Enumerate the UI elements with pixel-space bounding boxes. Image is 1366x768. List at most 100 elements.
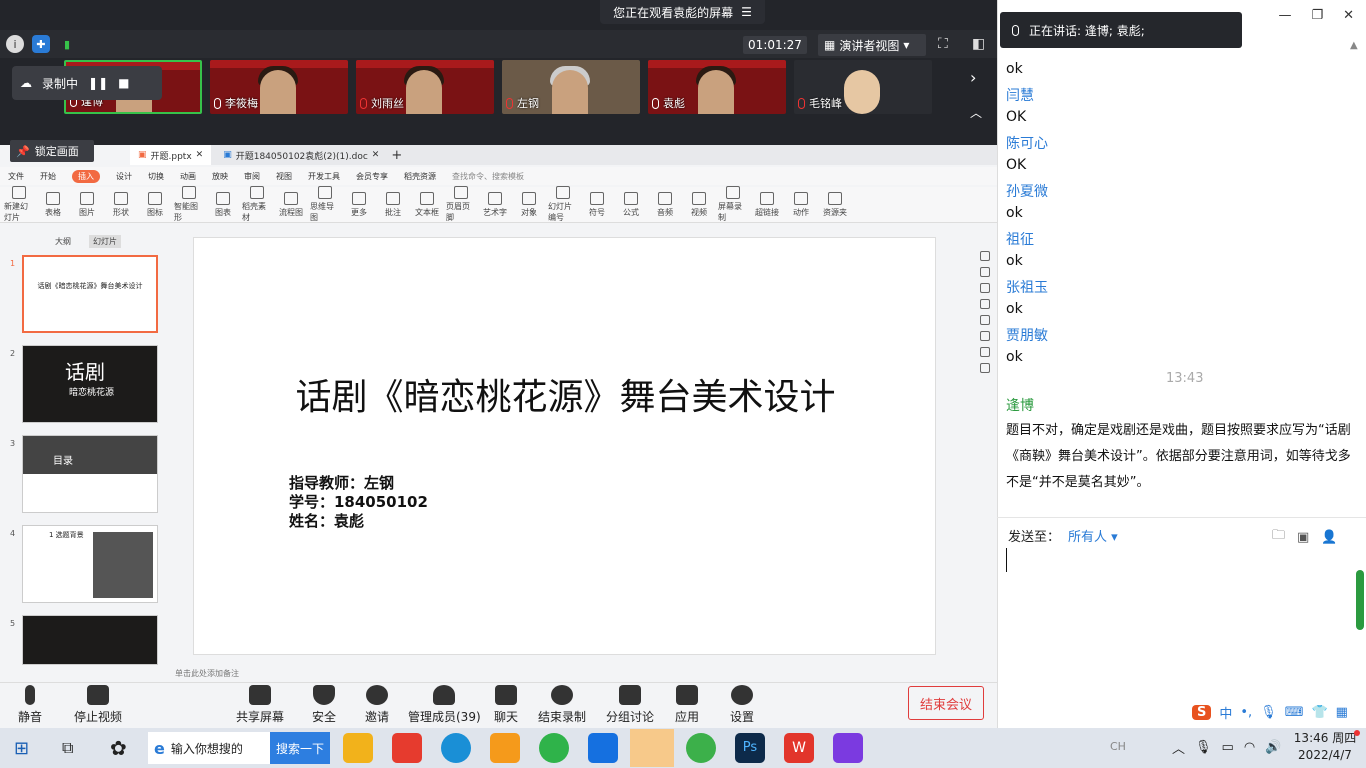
- wps-icon[interactable]: W: [784, 733, 814, 763]
- battery-icon[interactable]: ▭: [1222, 740, 1234, 755]
- app-icon[interactable]: [686, 733, 716, 763]
- pause-icon[interactable]: ❚❚: [88, 76, 108, 90]
- volume-icon[interactable]: 🔊: [1265, 740, 1281, 755]
- wifi-icon[interactable]: ◠: [1244, 740, 1255, 755]
- end-meeting-button[interactable]: 结束会议: [908, 686, 984, 720]
- edge-icon[interactable]: [441, 733, 471, 763]
- tab-pptx[interactable]: ▣ 开题.pptx ✕: [130, 145, 212, 165]
- mic-icon: [214, 97, 221, 109]
- photoshop-icon[interactable]: Ps: [735, 733, 765, 763]
- restore-icon[interactable]: ❐: [1311, 8, 1323, 23]
- window-controls: — ❐ ✕: [1258, 4, 1366, 26]
- divider: [997, 517, 1366, 518]
- info-icon[interactable]: i: [6, 35, 24, 53]
- skin-icon[interactable]: 👕: [1311, 705, 1327, 720]
- share-screen-button[interactable]: 共享屏幕: [236, 685, 284, 725]
- tab-doc[interactable]: ▣ 开题184050102袁彪(2)(1).doc ✕: [215, 145, 387, 165]
- view-mode-button[interactable]: ▦ 演讲者视图 ▾: [818, 34, 926, 56]
- folder-icon[interactable]: 🗀: [1272, 526, 1285, 548]
- members-icon: [433, 685, 456, 705]
- viewing-banner: 您正在观看袁彪的屏幕 ☰: [600, 0, 765, 24]
- end-recording-button[interactable]: 结束录制: [538, 685, 586, 725]
- participant-tile[interactable]: 刘雨丝: [356, 60, 494, 114]
- participant-tile[interactable]: 李筱梅: [210, 60, 348, 114]
- lock-view-button[interactable]: 📌 锁定画面: [10, 140, 94, 162]
- keyboard-icon[interactable]: ⌨: [1285, 705, 1304, 720]
- microphone-icon[interactable]: 🎙: [1260, 705, 1277, 720]
- stop-icon[interactable]: ■: [118, 76, 129, 90]
- task-view-icon[interactable]: ⧉: [62, 738, 73, 758]
- slide-thumb[interactable]: 话剧《暗恋桃花源》舞台美术设计: [22, 255, 158, 333]
- participant-tile[interactable]: 袁彪: [648, 60, 786, 114]
- participant-tile[interactable]: 左钢: [502, 60, 640, 114]
- menu-icon[interactable]: ☰: [741, 5, 752, 19]
- signal-icon[interactable]: ▮: [58, 35, 76, 53]
- toolbox-icon[interactable]: ▦: [1336, 705, 1348, 720]
- minimize-icon[interactable]: —: [1278, 8, 1291, 23]
- send-to-select[interactable]: 所有人 ▾: [1068, 526, 1118, 545]
- chat-message-text: OK: [1006, 109, 1027, 125]
- ime-mode[interactable]: 中: [1219, 703, 1232, 722]
- close-icon[interactable]: ✕: [1343, 8, 1354, 23]
- ime-language[interactable]: CH: [1110, 740, 1126, 753]
- public-account-icon[interactable]: ▣: [1297, 530, 1309, 545]
- chat-button[interactable]: 聊天: [494, 685, 518, 725]
- app-icon[interactable]: ✿: [110, 736, 127, 760]
- wps-menu: 文件 开始 插入 设计 切换 动画 放映 审阅 视图 开发工具 会员专享 稻壳资…: [0, 167, 997, 185]
- tab-slides[interactable]: 幻灯片: [89, 235, 121, 248]
- participant-tile[interactable]: 毛铭峰: [794, 60, 932, 114]
- tencent-meeting-icon[interactable]: [588, 733, 618, 763]
- recording-bar: ☁ 录制中 ❚❚ ■: [12, 66, 162, 100]
- banner-text: 您正在观看袁彪的屏幕: [613, 5, 734, 20]
- apps-button[interactable]: 应用: [675, 685, 699, 725]
- close-icon[interactable]: ✕: [196, 150, 204, 160]
- fullscreen-icon[interactable]: ⛶: [938, 36, 948, 52]
- user-icon[interactable]: 👤: [1321, 530, 1337, 545]
- chevron-right-icon[interactable]: ›: [970, 68, 976, 87]
- chevron-up-icon[interactable]: ︿: [970, 104, 982, 121]
- chat-input-caret[interactable]: [1006, 548, 1007, 572]
- mute-button[interactable]: 静音: [18, 685, 42, 725]
- chevron-up-icon[interactable]: ︿: [1172, 738, 1185, 757]
- app-icon[interactable]: [490, 733, 520, 763]
- slide-thumb[interactable]: 1 选题背景: [22, 525, 158, 603]
- settings-button[interactable]: 设置: [730, 685, 754, 725]
- speaking-text: 正在讲话: 逢博; 袁彪;: [1029, 23, 1145, 38]
- slide-canvas[interactable]: 话剧《暗恋桃花源》舞台美术设计 指导教师：左钢 学号：184050102 姓名：…: [193, 237, 936, 655]
- participant-name: 毛铭峰: [809, 97, 842, 110]
- app-icon[interactable]: [539, 733, 569, 763]
- taskbar-clock[interactable]: 13:46 周四 2022/4/7: [1292, 730, 1358, 764]
- wechat-icon[interactable]: [630, 729, 674, 767]
- app-icon[interactable]: [833, 733, 863, 763]
- close-icon[interactable]: ✕: [372, 150, 380, 160]
- wps-right-toolbar: [972, 231, 997, 671]
- add-tab-icon[interactable]: +: [391, 148, 402, 163]
- stop-video-button[interactable]: 停止视频: [74, 685, 122, 725]
- slide-thumb[interactable]: 目录: [22, 435, 158, 513]
- chat-panel: [997, 0, 1366, 728]
- notes-placeholder[interactable]: 单击此处添加备注: [175, 668, 239, 679]
- punctuation-icon[interactable]: •,: [1240, 705, 1252, 720]
- slide-thumb[interactable]: [22, 615, 158, 665]
- search-button[interactable]: 搜索一下: [270, 732, 330, 764]
- security-button[interactable]: 安全: [312, 685, 336, 725]
- chevron-up-icon[interactable]: ▲: [1350, 40, 1358, 51]
- slide-thumb[interactable]: 话剧 暗恋桃花源: [22, 345, 158, 423]
- windows-start-icon[interactable]: ⊞: [14, 738, 29, 759]
- search-placeholder: 输入你想搜的: [170, 741, 243, 756]
- chat-message-text: ok: [1006, 349, 1023, 365]
- tab-outline[interactable]: 大纲: [55, 236, 71, 247]
- app-icon[interactable]: [392, 733, 422, 763]
- breakout-button[interactable]: 分组讨论: [606, 685, 654, 725]
- file-explorer-icon[interactable]: [343, 733, 373, 763]
- microphone-icon[interactable]: 🎙: [1195, 740, 1212, 755]
- shield-icon[interactable]: ✚: [32, 35, 50, 53]
- clock-date: 2022/4/7: [1298, 748, 1352, 762]
- mic-muted-icon: [360, 97, 367, 109]
- scrollbar[interactable]: [1356, 570, 1364, 630]
- invite-button[interactable]: 邀请: [365, 685, 389, 725]
- sidebar-toggle-icon[interactable]: ◧: [972, 36, 985, 52]
- taskbar-search[interactable]: e 输入你想搜的: [148, 732, 270, 764]
- sogou-icon[interactable]: S: [1192, 704, 1212, 720]
- manage-members-button[interactable]: 管理成员(39): [408, 685, 481, 725]
